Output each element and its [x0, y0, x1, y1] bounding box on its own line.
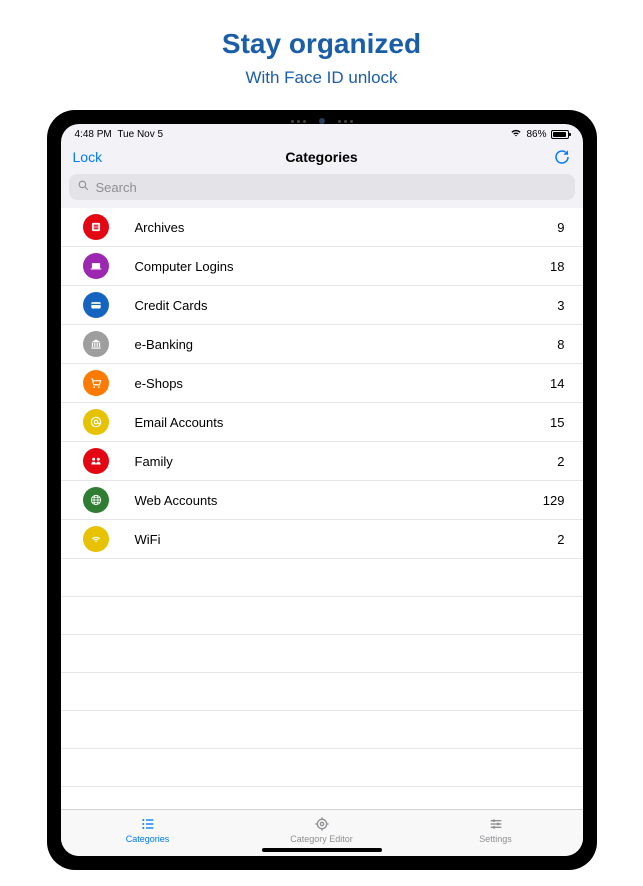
category-label: Computer Logins [135, 259, 551, 274]
category-count: 14 [550, 376, 564, 391]
gear-icon [314, 816, 330, 832]
empty-row [61, 711, 583, 749]
search-icon [77, 179, 90, 195]
category-count: 129 [543, 493, 565, 508]
device-frame: 4:48 PM Tue Nov 5 86% Lock Categories Se… [47, 110, 597, 870]
status-time: 4:48 PM Tue Nov 5 [75, 129, 164, 140]
cart-icon [83, 370, 109, 396]
sliders-icon [488, 816, 504, 832]
category-label: e-Banking [135, 337, 558, 352]
battery-percent: 86% [526, 129, 546, 140]
device-screen: 4:48 PM Tue Nov 5 86% Lock Categories Se… [61, 124, 583, 856]
status-bar: 4:48 PM Tue Nov 5 86% [61, 124, 583, 142]
category-count: 2 [557, 454, 564, 469]
tab-categories[interactable]: Categories [61, 816, 235, 844]
refresh-icon [553, 148, 571, 166]
card-icon [83, 292, 109, 318]
tab-category-editor[interactable]: Category Editor [235, 816, 409, 844]
archive-icon [83, 214, 109, 240]
search-input[interactable]: Search [69, 174, 575, 200]
nav-bar: Lock Categories [61, 142, 583, 174]
category-count: 8 [557, 337, 564, 352]
empty-row [61, 559, 583, 597]
promo-subtitle: With Face ID unlock [0, 68, 643, 88]
category-count: 2 [557, 532, 564, 547]
category-count: 15 [550, 415, 564, 430]
bank-icon [83, 331, 109, 357]
list-icon [140, 816, 156, 832]
category-label: e-Shops [135, 376, 551, 391]
search-placeholder: Search [96, 180, 137, 195]
category-row[interactable]: e-Banking8 [61, 325, 583, 364]
category-row[interactable]: Archives9 [61, 208, 583, 247]
battery-icon [551, 130, 569, 139]
category-count: 9 [557, 220, 564, 235]
tab-label: Categories [126, 834, 170, 844]
category-row[interactable]: Family2 [61, 442, 583, 481]
category-row[interactable]: Email Accounts15 [61, 403, 583, 442]
category-label: Archives [135, 220, 558, 235]
category-count: 18 [550, 259, 564, 274]
category-list[interactable]: Archives9Computer Logins18Credit Cards3e… [61, 208, 583, 809]
category-row[interactable]: Web Accounts129 [61, 481, 583, 520]
lock-button[interactable]: Lock [73, 149, 103, 165]
category-count: 3 [557, 298, 564, 313]
tab-label: Category Editor [290, 834, 353, 844]
category-label: Family [135, 454, 558, 469]
globe-icon [83, 487, 109, 513]
category-row[interactable]: WiFi2 [61, 520, 583, 559]
empty-row [61, 597, 583, 635]
family-icon [83, 448, 109, 474]
refresh-button[interactable] [553, 148, 571, 166]
status-right: 86% [510, 128, 568, 140]
promo-title: Stay organized [0, 28, 643, 60]
tab-label: Settings [479, 834, 512, 844]
empty-row [61, 635, 583, 673]
tab-settings[interactable]: Settings [409, 816, 583, 844]
category-label: Email Accounts [135, 415, 551, 430]
empty-row [61, 749, 583, 787]
category-row[interactable]: Computer Logins18 [61, 247, 583, 286]
category-label: WiFi [135, 532, 558, 547]
category-label: Web Accounts [135, 493, 543, 508]
category-label: Credit Cards [135, 298, 558, 313]
at-icon [83, 409, 109, 435]
page-title: Categories [285, 149, 357, 165]
empty-row [61, 673, 583, 711]
empty-row [61, 787, 583, 809]
wifi-icon [83, 526, 109, 552]
category-row[interactable]: Credit Cards3 [61, 286, 583, 325]
category-row[interactable]: e-Shops14 [61, 364, 583, 403]
laptop-icon [83, 253, 109, 279]
wifi-icon [510, 128, 522, 140]
home-indicator [262, 848, 382, 852]
